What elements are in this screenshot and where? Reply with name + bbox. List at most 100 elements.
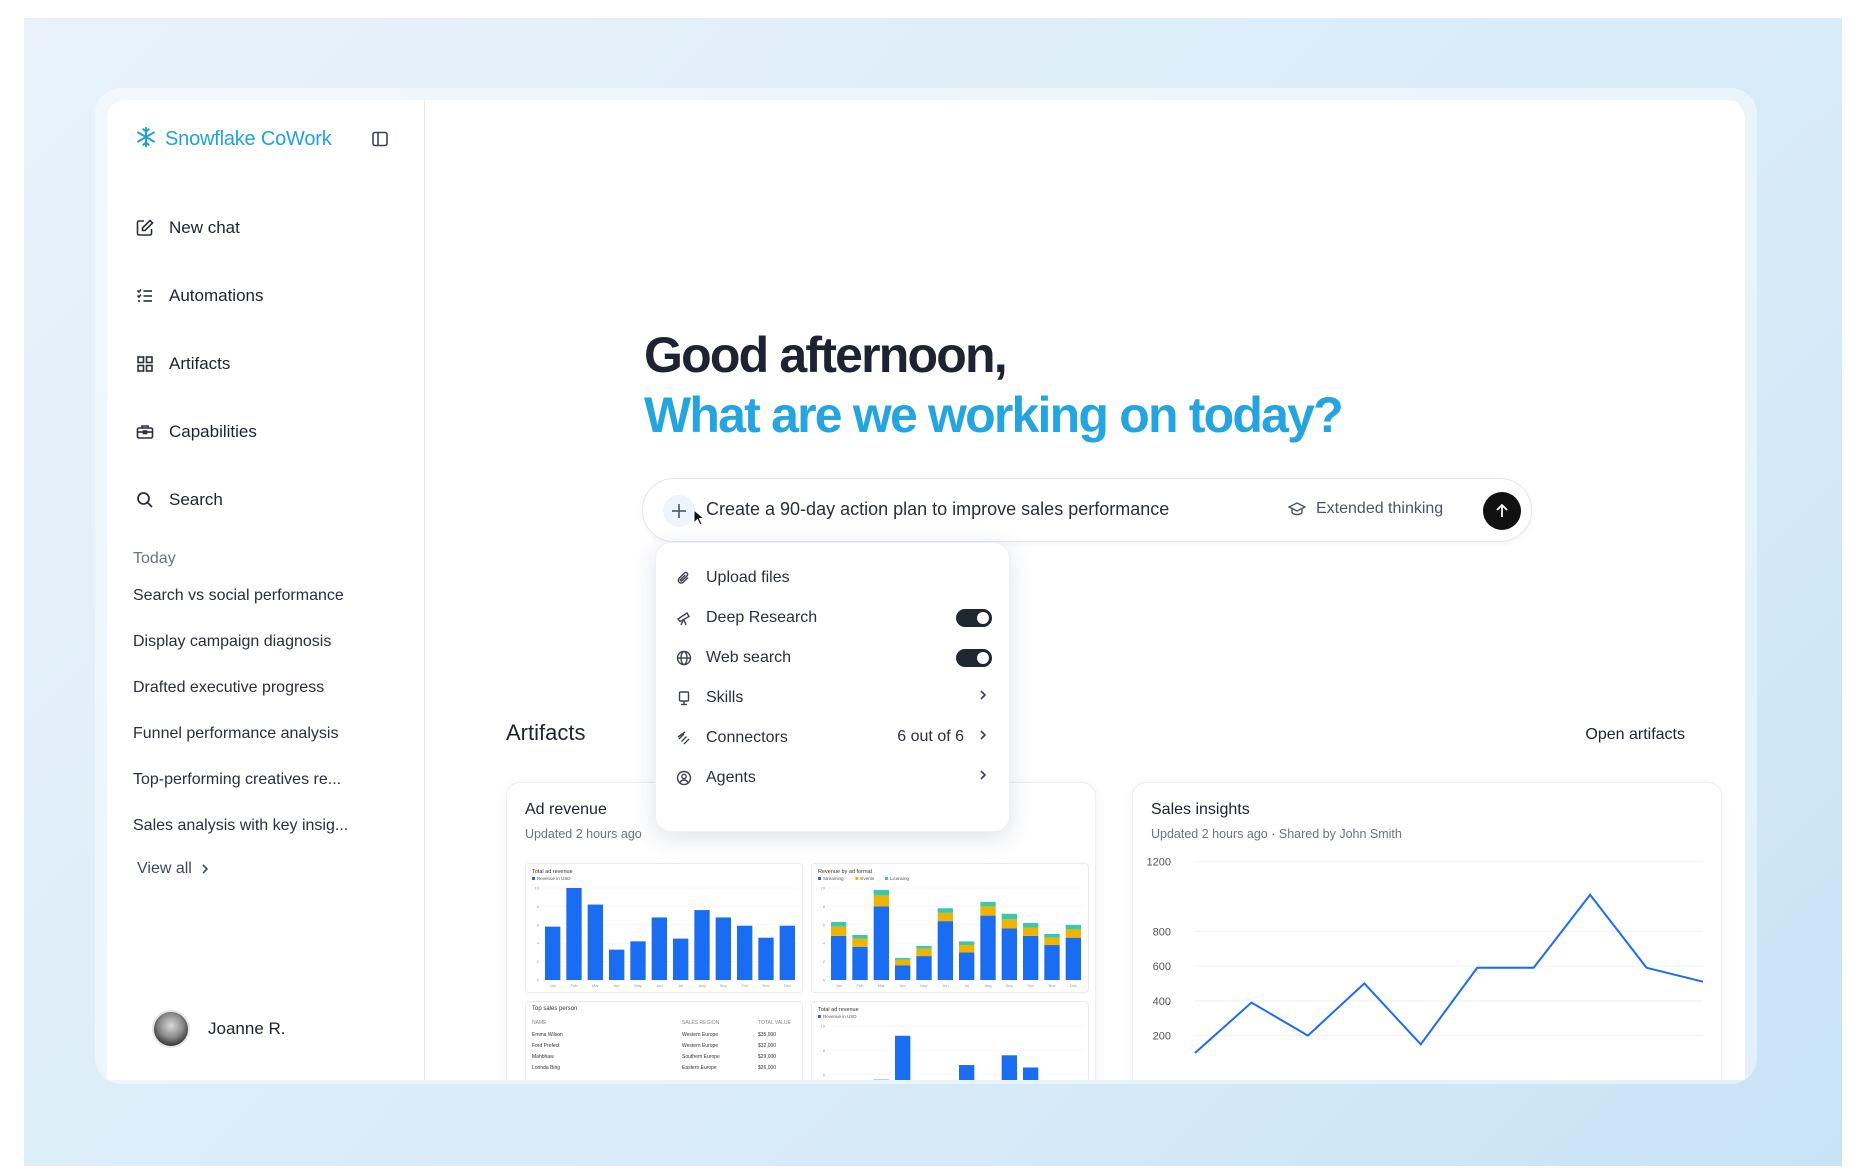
nav-artifacts[interactable]: Artifacts	[135, 330, 405, 398]
table-cell: Southern Europe	[682, 1054, 720, 1060]
chat-history: Search vs social performance Display cam…	[133, 586, 413, 862]
x-tick-label: Jun	[942, 983, 948, 988]
globe-icon	[676, 650, 692, 666]
web-search-toggle[interactable]	[956, 649, 992, 667]
bar-segment	[937, 908, 954, 913]
history-item[interactable]: Search vs social performance	[133, 586, 413, 632]
x-tick-label: Jun	[656, 983, 662, 988]
prompt-box[interactable]: Create a 90-day action plan to improve s…	[642, 478, 1532, 542]
card-title: Sales insights	[1151, 801, 1250, 818]
menu-label: Deep Research	[706, 609, 818, 626]
legend-label: Streaming	[823, 876, 844, 881]
mini-bar-chart: Total ad revenueRevenue in USD0246810Jan…	[818, 1007, 1084, 1080]
legend-swatch	[818, 877, 821, 880]
bar-segment	[852, 946, 868, 980]
nav-search[interactable]: Search	[135, 466, 405, 534]
extended-thinking-toggle[interactable]: Extended thinking	[1288, 500, 1443, 518]
x-tick-label: Oct	[742, 983, 749, 988]
chevron-right-icon	[980, 690, 987, 700]
bar-segment	[980, 906, 996, 916]
bar	[608, 949, 625, 980]
sidebar-toggle-button[interactable]	[369, 128, 391, 150]
col-region: SALES REGION	[682, 1020, 720, 1026]
x-tick-label: Apr	[900, 983, 907, 988]
artifacts-heading: Artifacts	[506, 720, 586, 745]
bar	[715, 917, 732, 980]
history-item[interactable]: Display campaign diagnosis	[133, 632, 413, 678]
checklist-icon	[136, 289, 152, 302]
nav-capabilities[interactable]: Capabilities	[135, 398, 405, 466]
bar-segment	[1065, 924, 1082, 930]
legend-swatch	[855, 877, 859, 880]
legend-swatch	[532, 877, 535, 880]
sidebar-nav: New chat Automations Artifacts Capabilit…	[135, 194, 405, 534]
legend-swatch	[818, 1015, 821, 1018]
history-item[interactable]: Top-performing creatives re...	[133, 770, 413, 816]
history-item[interactable]: Drafted executive progress	[133, 678, 413, 724]
user-profile[interactable]: Joanne R.	[152, 1010, 286, 1048]
history-item[interactable]: Sales analysis with key insig...	[133, 816, 413, 862]
deep-research-toggle[interactable]	[956, 609, 992, 627]
y-tick-label: 2	[823, 959, 826, 964]
x-tick-label: Jan	[835, 983, 841, 988]
bar-segment	[830, 922, 847, 927]
greeting-title: Good afternoon,	[644, 327, 1008, 383]
edit-icon	[136, 219, 154, 236]
connector-icon	[677, 731, 690, 745]
bar	[779, 925, 796, 980]
send-button[interactable]	[1483, 492, 1521, 530]
bar-segment	[958, 952, 975, 980]
legend-label: Revenue in USD	[537, 876, 571, 881]
card-title: Ad revenue	[525, 801, 607, 818]
bar-segment	[980, 901, 996, 907]
bar	[672, 938, 689, 980]
menu-label: Web search	[706, 649, 792, 666]
menu-agents[interactable]: Agents	[674, 755, 992, 801]
table-cell: $29,000	[758, 1054, 777, 1060]
bar-segment	[1044, 937, 1060, 946]
artifact-card-sales-insights[interactable]: Sales insights Updated 2 hours ago · Sha…	[1132, 782, 1722, 1080]
series-line	[1194, 893, 1704, 1054]
nav-label: New chat	[169, 218, 240, 237]
nav-automations[interactable]: Automations	[135, 262, 405, 330]
bar-segment	[1022, 922, 1039, 928]
mini-bar-chart: Total ad revenueRevenue in USD0246810Jan…	[532, 869, 798, 988]
bar-segment	[1001, 919, 1018, 929]
skills-icon	[678, 691, 690, 706]
bar-segment	[852, 934, 868, 939]
brand[interactable]: Snowflake CoWork	[135, 126, 332, 153]
bar	[1022, 1067, 1039, 1080]
x-tick-label: Jan	[549, 983, 555, 988]
avatar	[152, 1010, 190, 1048]
bar-segment	[916, 948, 932, 957]
y-tick-label: 10	[535, 886, 540, 891]
mouse-cursor-icon	[693, 509, 705, 526]
mini-chart-revenue-by-format: Revenue by ad format Streaming Events Licen…	[811, 863, 1089, 993]
x-tick-label: Dec	[784, 983, 791, 988]
bar-segment	[873, 889, 890, 896]
view-all-link[interactable]: View all	[137, 860, 210, 878]
mini-table-header: NAME SALES REGION TOTAL VALUE	[532, 1020, 798, 1026]
main-content: Good afternoon, What are we working on t…	[426, 100, 1745, 1080]
x-tick-label: Aug	[698, 983, 705, 988]
arrow-up-icon	[1496, 503, 1508, 517]
nav-label: Artifacts	[169, 354, 231, 373]
grid-icon	[137, 356, 153, 372]
mini-chart-total-revenue-2: Total ad revenueRevenue in USD0246810Jan…	[811, 1001, 1089, 1080]
bar-segment	[1065, 929, 1082, 938]
y-tick-label: 6	[823, 922, 826, 927]
prompt-input[interactable]: Create a 90-day action plan to improve s…	[706, 499, 1169, 520]
nav-new-chat[interactable]: New chat	[135, 194, 405, 262]
open-artifacts-link[interactable]: Open artifacts	[1585, 726, 1685, 744]
mini-stacked-bar-chart: Revenue by ad formatStreaming Events Licen…	[818, 869, 1084, 988]
history-item[interactable]: Funnel performance analysis	[133, 724, 413, 770]
table-cell: $26,000	[758, 1065, 777, 1071]
x-tick-label: Jul	[678, 983, 683, 988]
mini-table-top-sales: Top sales person NAME SALES REGION TOTAL…	[525, 1001, 803, 1080]
bar-segment	[937, 912, 954, 922]
add-attachment-button[interactable]	[663, 495, 695, 527]
y-tick-label: 400	[1153, 996, 1171, 1008]
table-row: Emma Wilson Western Europe $35,000	[532, 1032, 798, 1038]
bar	[894, 1035, 911, 1080]
legend-swatch	[885, 877, 888, 880]
